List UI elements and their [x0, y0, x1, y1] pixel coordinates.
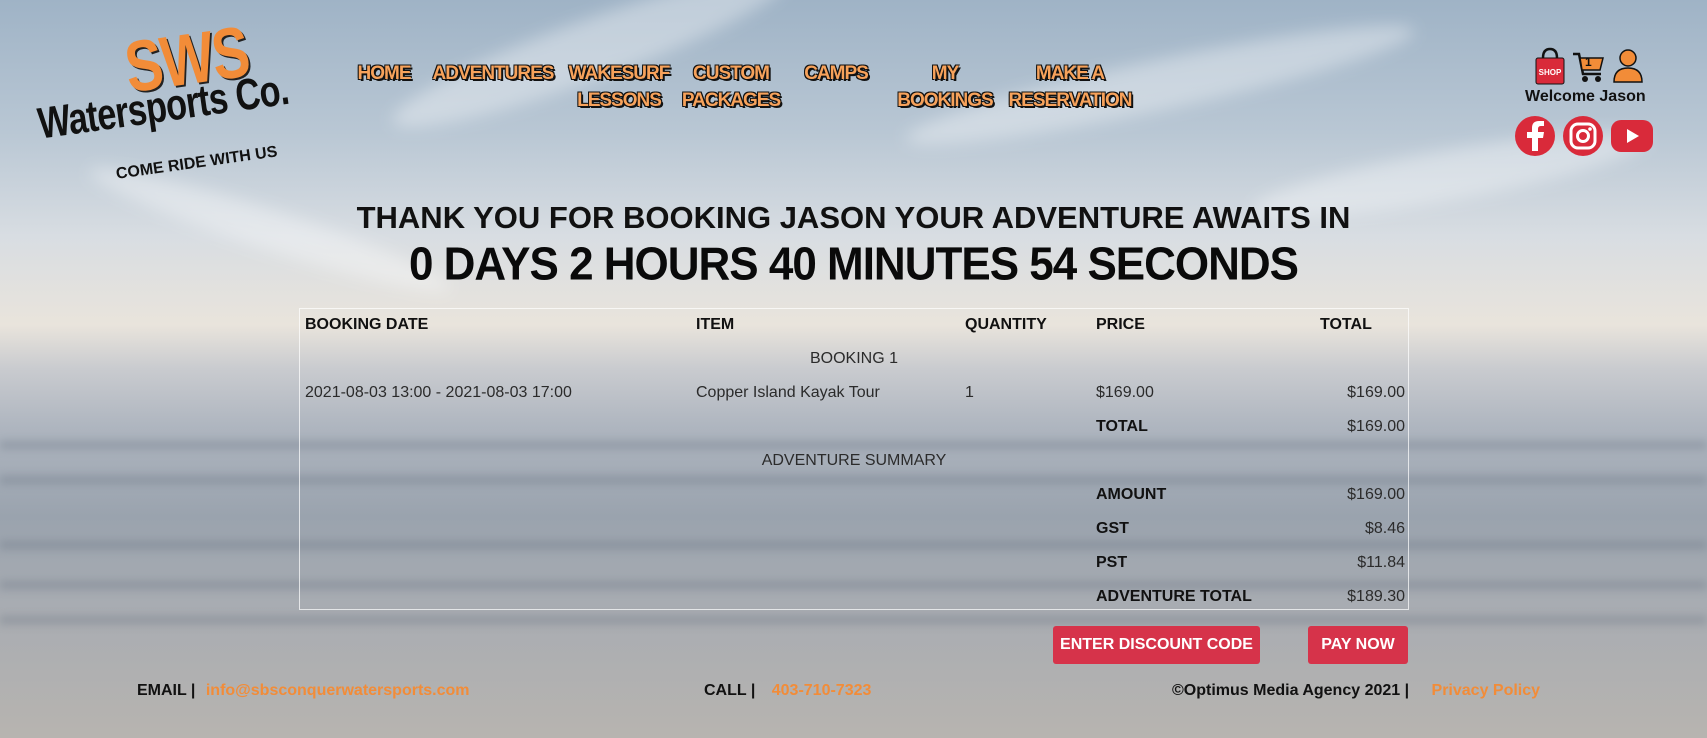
adventure-total-label: ADVENTURE TOTAL — [1096, 588, 1252, 605]
nav-custom-packages[interactable]: CUSTOM PACKAGES — [675, 60, 787, 114]
amount-value: $169.00 — [1347, 486, 1405, 503]
nav-wakesurf-lessons[interactable]: WAKESURF LESSONS — [563, 60, 675, 114]
booking-summary-table: BOOKING DATE ITEM QUANTITY PRICE TOTAL B… — [299, 308, 1409, 610]
cart-count-badge: 1 — [1585, 55, 1592, 69]
shop-label: SHOP — [1538, 68, 1562, 77]
header-item: ITEM — [696, 316, 735, 333]
header-total: TOTAL — [1320, 316, 1372, 333]
cart-icon[interactable]: 1 — [1571, 46, 1607, 86]
footer-email-label: EMAIL | — [137, 682, 196, 699]
nav-make-reservation[interactable]: MAKE A RESERVATION — [1005, 60, 1135, 114]
booking-group-label: BOOKING 1 — [809, 350, 899, 367]
footer-call-label: CALL | — [704, 682, 756, 699]
booking-total-value: $169.00 — [1347, 418, 1405, 435]
facebook-icon[interactable] — [1515, 116, 1555, 156]
header-booking-date: BOOKING DATE — [305, 316, 429, 333]
pst-value: $11.84 — [1357, 554, 1405, 571]
header-price: PRICE — [1096, 316, 1145, 333]
booking-total-label: TOTAL — [1096, 418, 1148, 435]
main-nav: HOME ADVENTURES WAKESURF LESSONS CUSTOM … — [345, 60, 1135, 114]
footer-copyright: ©Optimus Media Agency 2021 | — [1172, 682, 1410, 699]
pst-label: PST — [1096, 554, 1128, 571]
footer-phone-link[interactable]: 403-710-7323 — [772, 682, 872, 699]
amount-label: AMOUNT — [1096, 486, 1167, 503]
youtube-icon[interactable] — [1611, 120, 1653, 152]
booking-date-cell: 2021-08-03 13:00 - 2021-08-03 17:00 — [305, 384, 572, 401]
footer-legal: ©Optimus Media Agency 2021 | Privacy Pol… — [1172, 682, 1540, 700]
adventure-summary-label: ADVENTURE SUMMARY — [761, 452, 947, 469]
gst-value: $8.46 — [1364, 520, 1405, 537]
booking-quantity-cell: 1 — [965, 384, 974, 401]
nav-camps[interactable]: CAMPS — [787, 60, 885, 114]
logo-tagline: COME RIDE WITH US — [115, 143, 279, 183]
booking-thanks-heading: THANK YOU FOR BOOKING JASON YOUR ADVENTU… — [356, 200, 1351, 235]
gst-label: GST — [1096, 520, 1129, 537]
header-quantity: QUANTITY — [965, 316, 1047, 333]
enter-discount-code-button[interactable]: ENTER DISCOUNT CODE — [1053, 626, 1260, 664]
adventure-total-value: $189.30 — [1347, 588, 1405, 605]
booking-item-cell: Copper Island Kayak Tour — [696, 384, 880, 401]
nav-adventures[interactable]: ADVENTURES — [423, 60, 563, 114]
instagram-icon[interactable] — [1563, 116, 1603, 156]
nav-home[interactable]: HOME — [345, 60, 423, 114]
site-logo[interactable]: SWS Watersports Co. COME RIDE WITH US — [30, 12, 330, 188]
booking-total-cell: $169.00 — [1347, 384, 1405, 401]
footer-email-link[interactable]: info@sbsconquerwatersports.com — [206, 682, 470, 699]
user-icon[interactable] — [1611, 46, 1645, 86]
header-account-area: SHOP 1 Welcome Jason — [1515, 46, 1665, 156]
pay-now-button[interactable]: PAY NOW — [1308, 626, 1408, 664]
privacy-policy-link[interactable]: Privacy Policy — [1432, 682, 1541, 699]
footer-phone: CALL | 403-710-7323 — [704, 682, 871, 700]
shopping-bag-icon[interactable]: SHOP — [1533, 46, 1567, 86]
nav-my-bookings[interactable]: MY BOOKINGS — [885, 60, 1005, 114]
booking-price-cell: $169.00 — [1096, 384, 1154, 401]
countdown-timer: 0 DAYS 2 HOURS 40 MINUTES 54 SECONDS — [408, 238, 1299, 291]
welcome-message: Welcome Jason — [1525, 88, 1646, 105]
social-links — [1515, 116, 1665, 156]
footer-email: EMAIL | info@sbsconquerwatersports.com — [137, 682, 470, 700]
